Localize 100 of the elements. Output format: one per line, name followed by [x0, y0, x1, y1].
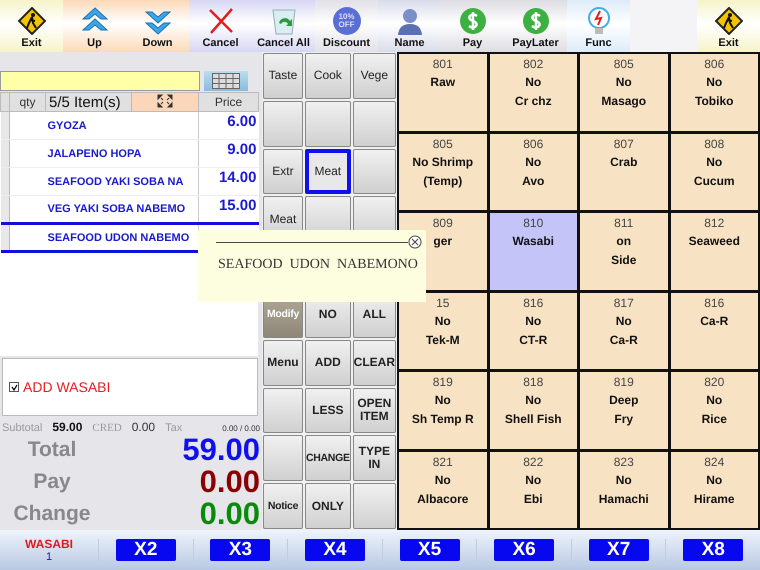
keypad-key[interactable]: Taste: [263, 53, 303, 99]
keypad-key[interactable]: LESS: [304, 388, 351, 434]
toolbar-button[interactable]: Exit: [0, 0, 63, 52]
multiplier-button[interactable]: X4: [304, 539, 365, 561]
item-price: 14.00: [198, 168, 258, 196]
toolbar-button[interactable]: Down: [126, 0, 189, 52]
modifier-tile[interactable]: 806 No Tobiko: [670, 54, 758, 130]
modifier-tile[interactable]: 824 No Hirame: [670, 452, 758, 528]
current-item-name: WASABI: [25, 537, 73, 551]
expand-icon: [157, 94, 173, 108]
subtotal-label: Subtotal: [2, 422, 42, 434]
keypad-key[interactable]: [352, 100, 396, 147]
toolbar-button[interactable]: 10% OFF Discount: [315, 0, 378, 52]
keypad-key[interactable]: [352, 148, 396, 194]
credit-value: 0.00: [132, 420, 156, 434]
multiplier-button[interactable]: X8: [683, 539, 744, 561]
multiplier-button[interactable]: X5: [400, 539, 460, 561]
order-row[interactable]: GYOZA 6.00: [0, 112, 258, 140]
keypad-key[interactable]: TYPE IN: [352, 435, 396, 482]
item-name: SEAFOOD YAKI SOBA NA: [46, 168, 198, 196]
toolbar-button[interactable]: Exit: [697, 0, 760, 52]
modifier-tile[interactable]: 802 No Cr chz: [490, 54, 577, 130]
modifier-tile[interactable]: 805 No Masago: [580, 54, 668, 130]
modifier-tile[interactable]: 822 No Ebi: [490, 452, 577, 528]
modifier-tile[interactable]: 807 Crab: [580, 134, 668, 210]
order-row[interactable]: VEG YAKI SOBA NABEMO 15.00: [0, 196, 258, 224]
multiplier-button[interactable]: X6: [494, 539, 554, 561]
modifier-tile[interactable]: 819 Deep Fry: [580, 372, 668, 448]
dollar-coin-icon: [522, 7, 550, 35]
dollar-coin-icon: [458, 7, 486, 35]
modifier-tile[interactable]: 816 Ca-R: [670, 292, 758, 369]
keypad-key[interactable]: OPEN ITEM: [352, 388, 396, 434]
current-item-qty: 1: [46, 551, 52, 563]
order-row[interactable]: JALAPENO HOPA 9.00: [0, 140, 258, 168]
item-name: VEG YAKI SOBA NABEMO: [46, 196, 198, 224]
keypad-icon: [212, 73, 240, 89]
keypad-key[interactable]: Cook: [304, 53, 351, 99]
keypad-key[interactable]: Extr: [263, 148, 303, 194]
checkbox[interactable]: [9, 382, 19, 392]
keypad-key[interactable]: Menu: [263, 340, 303, 386]
modifier-tile[interactable]: 810 Wasabi: [490, 213, 577, 290]
close-button[interactable]: [408, 235, 422, 249]
modifier-tile[interactable]: 821 No Albacore: [399, 452, 486, 528]
keypad-key[interactable]: [263, 435, 303, 482]
item-price: 15.00: [198, 196, 258, 224]
modifier-tile[interactable]: 816 No CT-R: [490, 292, 577, 369]
keypad-key[interactable]: [263, 388, 303, 434]
keypad-key[interactable]: Notice: [263, 483, 303, 529]
modifier-tile[interactable]: 823 No Hamachi: [580, 452, 668, 528]
keypad-key[interactable]: CHANGE: [304, 435, 351, 482]
toolbar-button[interactable]: Name: [378, 0, 441, 52]
warning-sign-icon: [18, 7, 46, 35]
keypad-key[interactable]: [352, 483, 396, 529]
tax-label: Tax: [165, 422, 182, 434]
total-label: Pay: [32, 470, 72, 494]
toolbar-button[interactable]: Cancel: [189, 0, 252, 52]
recycle-bin-icon: [270, 7, 298, 35]
modifier-tile[interactable]: 806 No Avo: [490, 134, 577, 210]
toolbar-button[interactable]: Up: [63, 0, 126, 52]
column-header: Price: [198, 92, 258, 112]
order-row[interactable]: SEAFOOD YAKI SOBA NA 14.00: [0, 168, 258, 196]
modifier-label: ADD WASABI: [23, 379, 110, 395]
input-field[interactable]: [0, 71, 200, 91]
keypad-key[interactable]: Meat: [304, 148, 351, 194]
modifier-tile[interactable]: 817 No Ca-R: [580, 292, 668, 369]
modifier-tile[interactable]: 820 No Rice: [670, 372, 758, 448]
warning-sign-icon: [714, 7, 742, 35]
toolbar-button[interactable]: Func: [567, 0, 630, 52]
multiplier-button[interactable]: X3: [210, 539, 270, 561]
multiplier-button[interactable]: X7: [588, 539, 649, 561]
item-name: GYOZA: [46, 112, 198, 140]
keypad-key[interactable]: [304, 100, 351, 147]
column-header: qty: [10, 92, 46, 112]
modifier-tile[interactable]: 812 Seaweed: [670, 213, 758, 290]
modifier-tile[interactable]: 805 No Shrimp (Temp): [399, 134, 486, 210]
item-price: 6.00: [198, 112, 258, 140]
credit-label: CRED: [92, 422, 122, 434]
modifier-tile[interactable]: 818 No Shell Fish: [490, 372, 577, 448]
item-count: 5/5 Item(s): [46, 92, 132, 112]
keypad-key[interactable]: CLEAR: [352, 340, 396, 386]
keypad-key[interactable]: [263, 100, 303, 147]
multiplier-button[interactable]: X2: [116, 539, 176, 561]
item-price: 9.00: [198, 140, 258, 168]
keypad-key[interactable]: ADD: [304, 340, 351, 386]
discount-badge-icon: 10% OFF: [332, 7, 360, 35]
cross-icon: [206, 7, 234, 35]
modifier-tile[interactable]: 801 Raw: [399, 54, 486, 130]
toolbar-button[interactable]: Cancel All: [252, 0, 315, 52]
total-label: Total: [26, 438, 78, 462]
keypad-button[interactable]: [204, 71, 248, 91]
modifier-tile[interactable]: 819 No Sh Temp R: [399, 372, 486, 448]
modifier-tile[interactable]: 808 No Cucum: [670, 134, 758, 210]
toolbar-button[interactable]: PayLater: [504, 0, 567, 52]
keypad-key[interactable]: ONLY: [304, 483, 351, 529]
toolbar-button[interactable]: Pay: [441, 0, 504, 52]
modifier-tile[interactable]: 811 on Side: [580, 213, 668, 290]
expand-button[interactable]: [157, 94, 173, 110]
modifier-tile[interactable]: 15 No Tek-M: [399, 292, 486, 369]
subtotal-value: 59.00: [52, 420, 82, 434]
keypad-key[interactable]: Vege: [352, 53, 396, 99]
